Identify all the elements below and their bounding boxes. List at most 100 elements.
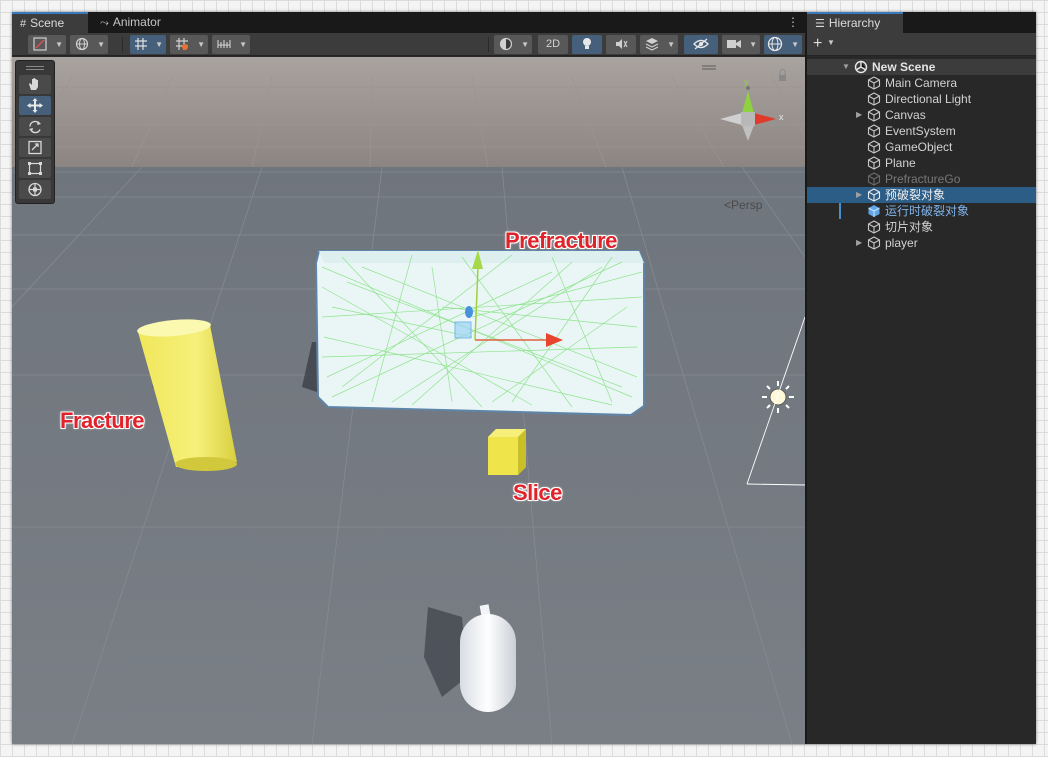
transform-tool-button[interactable] xyxy=(19,180,51,199)
tab-scene[interactable]: # Scene xyxy=(12,12,88,33)
chevron-down-icon: ▼ xyxy=(667,40,675,49)
scale-tool-button[interactable] xyxy=(19,138,51,157)
rect-tool-button[interactable] xyxy=(19,159,51,178)
hierarchy-item-plane[interactable]: Plane xyxy=(807,155,1036,171)
gizmo-sphere-icon xyxy=(767,36,783,52)
camera-settings-button[interactable]: ▼ xyxy=(722,35,760,54)
chevron-down-icon[interactable]: ▼ xyxy=(827,38,835,47)
prefab-override-marker xyxy=(839,203,841,219)
gizmos-button[interactable]: ▼ xyxy=(764,35,802,54)
prefab-cube-icon xyxy=(868,205,880,217)
chevron-down-icon: ▼ xyxy=(791,40,799,49)
perspective-icon: < xyxy=(724,198,732,212)
shading-sphere-icon xyxy=(499,37,513,51)
increment-snap-button[interactable]: ▼ xyxy=(170,35,208,54)
chevron-down-icon: ▼ xyxy=(239,40,247,49)
gizmo-axis-y-label: y xyxy=(744,77,749,87)
gameobject-cube-icon xyxy=(867,156,881,170)
rotate-tool-button[interactable] xyxy=(19,117,51,136)
hierarchy-tabbar: ☰ Hierarchy xyxy=(807,12,1036,33)
expand-arrow-icon[interactable]: ▶ xyxy=(856,235,862,251)
overlay-grip-icon[interactable] xyxy=(26,66,44,70)
tab-menu-icon[interactable]: ⋮ xyxy=(787,15,799,29)
gameobject-cube-icon xyxy=(867,108,881,122)
expand-arrow-icon[interactable]: ▼ xyxy=(842,59,850,75)
scene-tabbar: # Scene ⤳ Animator ⋮ xyxy=(12,12,805,33)
chevron-down-icon: ▼ xyxy=(521,40,529,49)
audio-muted-icon xyxy=(616,39,628,49)
hand-icon xyxy=(29,78,38,90)
ruler-icon xyxy=(217,40,231,48)
gameobject-cube-icon xyxy=(867,92,881,106)
shading-mode-button[interactable]: ▼ xyxy=(494,35,532,54)
tab-hierarchy[interactable]: ☰ Hierarchy xyxy=(807,12,903,33)
chevron-down-icon: ▼ xyxy=(97,40,105,49)
gameobject-cube-icon xyxy=(867,124,881,138)
label-prefracture: Prefracture xyxy=(505,228,617,253)
expand-arrow-icon[interactable]: ▶ xyxy=(856,187,862,203)
camera-icon xyxy=(727,40,741,48)
gameobject-cube-icon xyxy=(867,220,881,234)
globe-icon xyxy=(75,37,89,51)
scene-panel: # Scene ⤳ Animator ⋮ ▼ ▼ ▼ ▼ ▼ ▼ 2D ▼ ▼ … xyxy=(12,12,805,744)
view-tool-button[interactable] xyxy=(19,75,51,94)
scale-icon xyxy=(28,140,42,155)
animator-icon: ⤳ xyxy=(100,17,109,29)
hierarchy-toolbar: + ▼ xyxy=(807,33,1036,56)
gameobject-cube-icon xyxy=(867,188,881,202)
hierarchy-tree: ▼ New Scene Main Camera Directional Ligh… xyxy=(807,59,1036,251)
chevron-down-icon: ▼ xyxy=(155,40,163,49)
label-slice: Slice xyxy=(513,480,562,505)
move-tool-button[interactable] xyxy=(19,96,51,115)
ruler-button[interactable]: ▼ xyxy=(212,35,250,54)
transform-tools-overlay xyxy=(15,60,55,204)
scene-render xyxy=(12,57,805,744)
mode-2d-button[interactable]: 2D xyxy=(538,35,568,54)
hierarchy-item-prefracturego[interactable]: PrefractureGo xyxy=(807,171,1036,187)
increment-snap-icon xyxy=(176,38,188,50)
hierarchy-item-runtime-fracture-object[interactable]: 运行时破裂对象 xyxy=(807,203,1036,219)
hierarchy-item-slice-object[interactable]: 切片对象 xyxy=(807,219,1036,235)
hierarchy-item-gameobject[interactable]: GameObject xyxy=(807,139,1036,155)
scene-visibility-button[interactable] xyxy=(684,35,718,54)
transform-combined-icon xyxy=(28,182,42,197)
global-view-button[interactable]: ▼ xyxy=(70,35,108,54)
effects-button[interactable]: ▼ xyxy=(640,35,678,54)
draw-mode-button[interactable]: ▼ xyxy=(28,35,66,54)
gizmo-axis-x-label: x xyxy=(779,112,784,122)
layers-icon xyxy=(645,38,659,51)
hierarchy-item-directional-light[interactable]: Directional Light xyxy=(807,91,1036,107)
list-icon: ☰ xyxy=(815,18,825,30)
grid-snap-icon xyxy=(135,38,147,50)
label-fracture: Fracture xyxy=(60,408,145,433)
chevron-down-icon: ▼ xyxy=(55,40,63,49)
lighting-toggle-button[interactable] xyxy=(572,35,602,54)
gameobject-cube-icon xyxy=(867,172,881,186)
tab-animator[interactable]: ⤳ Animator xyxy=(92,12,182,33)
eye-hidden-icon xyxy=(693,38,709,50)
scene-grid-icon: # xyxy=(20,18,27,30)
hierarchy-panel: ☰ Hierarchy + ▼ ▼ New Scene Main Camera D… xyxy=(807,12,1036,744)
unity-editor: # Scene ⤳ Animator ⋮ ▼ ▼ ▼ ▼ ▼ ▼ 2D ▼ ▼ … xyxy=(12,12,1036,744)
light-bulb-icon xyxy=(583,38,591,49)
gameobject-cube-icon xyxy=(867,236,881,250)
scene-root-row[interactable]: ▼ New Scene xyxy=(807,59,1036,75)
hierarchy-item-player[interactable]: ▶ player xyxy=(807,235,1036,251)
hierarchy-item-main-camera[interactable]: Main Camera xyxy=(807,75,1036,91)
draw-mode-icon xyxy=(33,37,47,51)
hierarchy-item-prefracture-object[interactable]: ▶ 预破裂对象 xyxy=(807,187,1036,203)
hierarchy-item-canvas[interactable]: ▶ Canvas xyxy=(807,107,1036,123)
chevron-down-icon: ▼ xyxy=(197,40,205,49)
audio-toggle-button[interactable] xyxy=(606,35,636,54)
projection-toggle[interactable]: <Persp xyxy=(724,198,762,212)
grid-snap-button[interactable]: ▼ xyxy=(130,35,166,54)
move-arrows-icon xyxy=(27,98,43,113)
unity-scene-icon xyxy=(854,60,868,74)
gameobject-cube-icon xyxy=(867,76,881,90)
scene-viewport[interactable]: Prefracture Fracture Slice x y <Persp xyxy=(12,57,805,744)
scene-toolbar: ▼ ▼ ▼ ▼ ▼ ▼ 2D ▼ ▼ ▼ xyxy=(12,33,805,56)
expand-arrow-icon[interactable]: ▶ xyxy=(856,107,862,123)
chevron-down-icon: ▼ xyxy=(749,40,757,49)
hierarchy-item-eventsystem[interactable]: EventSystem xyxy=(807,123,1036,139)
add-object-button[interactable]: + xyxy=(813,34,822,54)
